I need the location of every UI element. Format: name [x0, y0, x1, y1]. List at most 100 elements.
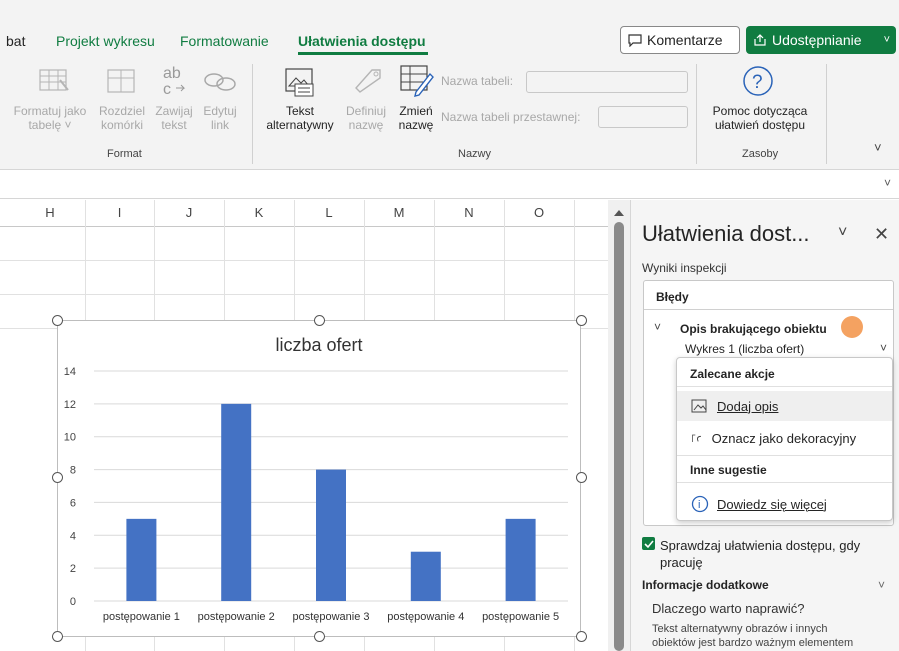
y-tick-label: 14: [64, 366, 76, 378]
column-header-n[interactable]: N: [434, 200, 504, 226]
why-fix-heading: Dlaczego warto naprawić?: [652, 601, 805, 616]
format-group-label: Format: [107, 148, 142, 160]
pivot-name-label: Nazwa tabeli przestawnej:: [441, 110, 581, 124]
chart-title: liczba ofert: [275, 335, 362, 355]
mark-decorative-menu-item[interactable]: ꜒ꜥ Oznacz jako dekoracyjny: [677, 423, 892, 453]
svg-text:i: i: [698, 499, 700, 511]
decorative-icon: ꜒ꜥ: [691, 432, 702, 445]
tab-data[interactable]: bat: [6, 33, 25, 49]
resize-handle[interactable]: [314, 315, 325, 326]
pane-options-icon[interactable]: ˅: [838, 224, 847, 242]
share-button[interactable]: Udostępnianie ˅: [746, 26, 896, 54]
resize-handle[interactable]: [52, 631, 63, 642]
resize-handle[interactable]: [314, 631, 325, 642]
pane-title: Ułatwienia dost...: [642, 221, 810, 246]
active-tab-indicator: [298, 52, 428, 55]
rename-button[interactable]: Zmień nazwę: [394, 104, 438, 132]
keep-checking-checkbox[interactable]: [642, 537, 655, 550]
svg-text:c: c: [163, 81, 171, 98]
table-name-input[interactable]: [526, 71, 688, 93]
define-name-button[interactable]: Definiuj nazwę: [340, 104, 392, 132]
split-cells-button[interactable]: Rozdziel komórki: [96, 104, 148, 132]
edit-link-button[interactable]: Edytuj link: [198, 104, 242, 132]
learn-more-label: Dowiedz się więcej: [717, 496, 827, 512]
learn-more-menu-item[interactable]: i Dowiedz się więcej: [677, 489, 892, 519]
wrap-text-button[interactable]: Zawijaj tekst: [150, 104, 198, 132]
chevron-down-icon: ˅: [883, 34, 890, 46]
ribbon-separator: [252, 64, 253, 164]
table-format-icon: [39, 69, 69, 91]
resources-group-label: Zasoby: [742, 148, 779, 160]
issue-item-chart[interactable]: Wykres 1 (liczba ofert): [685, 342, 804, 356]
column-header-j[interactable]: J: [154, 200, 224, 226]
y-tick-label: 6: [70, 497, 76, 509]
scroll-up-icon[interactable]: [608, 200, 630, 220]
column-header-o[interactable]: O: [504, 200, 574, 226]
other-suggestions-heading: Inne sugestie: [690, 463, 767, 477]
tab-format[interactable]: Formatowanie: [180, 33, 269, 49]
bar[interactable]: [410, 551, 441, 601]
ribbon-separator: [696, 64, 697, 164]
explanation-text: Tekst alternatywny obrazów i innych obie…: [652, 623, 854, 649]
formula-bar[interactable]: ˅: [0, 171, 899, 199]
y-tick-label: 4: [70, 530, 76, 542]
column-header-h[interactable]: H: [15, 200, 85, 226]
y-tick-label: 12: [64, 399, 76, 411]
add-description-menu-item[interactable]: Dodaj opis: [677, 391, 892, 421]
format-as-table-button[interactable]: Formatuj jako tabelę ˅: [6, 104, 94, 132]
chevron-down-icon[interactable]: ˅: [878, 578, 885, 592]
bar-chart: liczba ofert 0 2 4 6 8 10 12 14 postępowanie 1 p…: [64, 335, 568, 623]
issue-missing-alt-text[interactable]: Opis brakującego obiektu: [680, 322, 827, 336]
resize-handle[interactable]: [52, 315, 63, 326]
bar[interactable]: [316, 469, 346, 601]
share-label: Udostępnianie: [772, 32, 862, 48]
x-tick-label: postępowanie 5: [482, 611, 559, 623]
x-tick-label: postępowanie 3: [292, 611, 369, 623]
help-icon: ?: [743, 66, 773, 96]
alt-text-button[interactable]: Tekst alternatywny: [262, 104, 338, 132]
close-icon[interactable]: ✕: [874, 224, 889, 245]
column-header-k[interactable]: K: [224, 200, 294, 226]
resize-handle[interactable]: [576, 315, 587, 326]
y-tick-label: 8: [70, 465, 76, 477]
collapse-ribbon-icon[interactable]: ˅: [874, 140, 882, 155]
resize-handle[interactable]: [576, 472, 587, 483]
column-header-l[interactable]: L: [294, 200, 364, 226]
bar[interactable]: [126, 518, 157, 601]
rename-icon: [400, 65, 434, 97]
keep-checking-label: Sprawdzaj ułatwienia dostępu, gdy pracuj…: [660, 538, 861, 570]
recommended-actions-heading: Zalecane akcje: [690, 367, 775, 381]
info-icon: i: [691, 495, 709, 513]
comments-label: Komentarze: [647, 32, 723, 48]
tab-accessibility[interactable]: Ułatwienia dostępu: [298, 33, 426, 49]
resize-handle[interactable]: [576, 631, 587, 642]
scrollbar-thumb[interactable]: [614, 222, 624, 651]
svg-text:ab: ab: [163, 65, 181, 82]
names-group-label: Nazwy: [458, 148, 492, 160]
inspection-results-label: Wyniki inspekcji: [642, 261, 727, 275]
pivot-name-input[interactable]: [598, 106, 688, 128]
column-header-m[interactable]: M: [364, 200, 434, 226]
chevron-down-icon[interactable]: ˅: [654, 320, 661, 334]
resize-handle[interactable]: [52, 472, 63, 483]
y-tick-label: 10: [64, 432, 76, 444]
tab-chart-design[interactable]: Projekt wykresu: [56, 33, 155, 49]
item-dropdown-icon[interactable]: ˅: [880, 341, 887, 355]
table-name-label: Nazwa tabeli:: [441, 74, 514, 88]
alt-text-icon: [285, 68, 314, 97]
comments-button[interactable]: Komentarze: [620, 26, 740, 54]
vertical-scrollbar[interactable]: [608, 200, 630, 651]
accessibility-help-button[interactable]: Pomoc dotycząca ułatwień dostępu: [700, 104, 820, 132]
bar[interactable]: [505, 518, 536, 601]
column-header-i[interactable]: I: [85, 200, 154, 226]
ribbon-separator: [826, 64, 827, 164]
share-icon: [754, 34, 766, 46]
expand-formula-bar-icon[interactable]: ˅: [884, 176, 891, 190]
y-tick-label: 2: [70, 563, 76, 575]
add-description-label: Dodaj opis: [717, 398, 779, 414]
chart-object[interactable]: liczba ofert 0 2 4 6 8 10 12 14 postępowanie 1 p…: [57, 320, 581, 637]
additional-info-heading[interactable]: Informacje dodatkowe: [642, 578, 769, 592]
bar[interactable]: [221, 403, 252, 601]
checkmark-icon: [644, 540, 654, 549]
ribbon-tab-bar: bat Projekt wykresu Formatowanie Ułatwie…: [0, 0, 899, 58]
